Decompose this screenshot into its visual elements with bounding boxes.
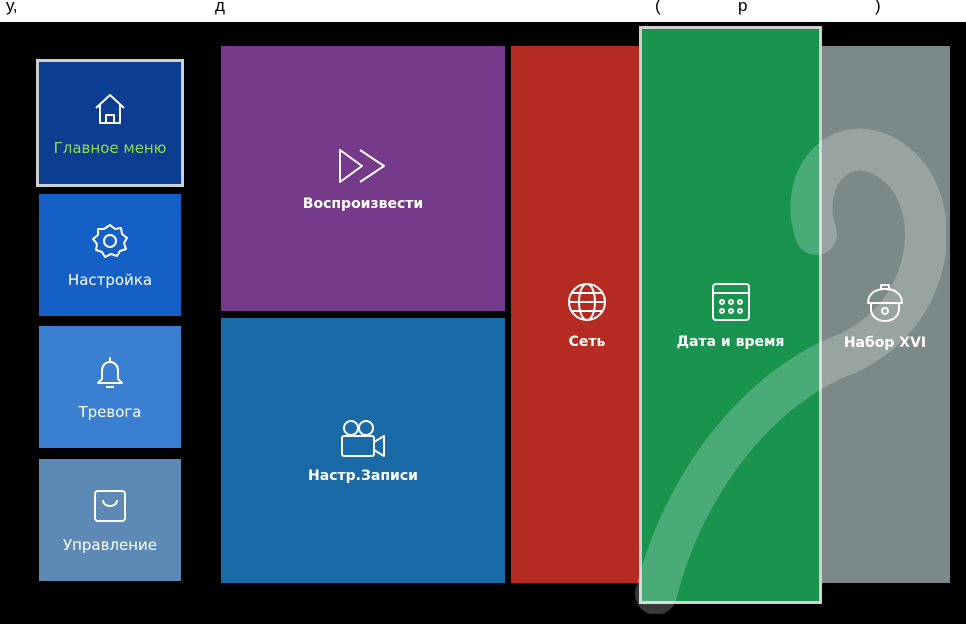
sidebar-item-settings[interactable]: Настройка: [39, 194, 181, 316]
tile-date-time[interactable]: Дата и время: [639, 26, 822, 604]
dome-camera-icon: [862, 279, 908, 325]
tile-hdd[interactable]: Набор XVI: [800, 46, 950, 583]
sidebar-item-label: Настройка: [67, 271, 153, 289]
tile-label: Набор XVI: [843, 334, 927, 351]
sidebar-item-label: Управление: [62, 536, 158, 554]
tile-label: Дата и время: [676, 334, 785, 350]
gear-icon: [90, 221, 130, 261]
top-caption-strip: у, д ( р ): [0, 0, 966, 22]
sidebar-item-label: Главное меню: [53, 139, 167, 157]
tile-label: Воспроизвести: [302, 195, 424, 212]
caption-fragment: д: [215, 0, 225, 15]
video-camera-icon: [338, 418, 388, 458]
sidebar-item-main-menu[interactable]: Главное меню: [36, 59, 184, 187]
bag-icon: [90, 486, 130, 526]
fast-forward-icon: [336, 146, 390, 186]
tile-label: Сеть: [568, 333, 606, 350]
calendar-icon: [709, 280, 753, 324]
caption-fragment: ): [875, 0, 881, 15]
caption-fragment: у,: [6, 0, 18, 15]
tile-label: Настр.Записи: [308, 467, 418, 484]
sidebar-item-alarm[interactable]: Тревога: [39, 326, 181, 448]
tile-playback[interactable]: Воспроизвести: [221, 46, 505, 311]
home-icon: [90, 89, 130, 129]
globe-icon: [565, 280, 609, 324]
caption-fragment: (: [655, 0, 661, 15]
sidebar-item-label: Тревога: [78, 403, 142, 421]
caption-fragment: р: [738, 0, 748, 15]
sidebar-item-management[interactable]: Управление: [39, 459, 181, 581]
tile-record-settings[interactable]: Настр.Записи: [221, 318, 505, 583]
bell-icon: [90, 353, 130, 393]
